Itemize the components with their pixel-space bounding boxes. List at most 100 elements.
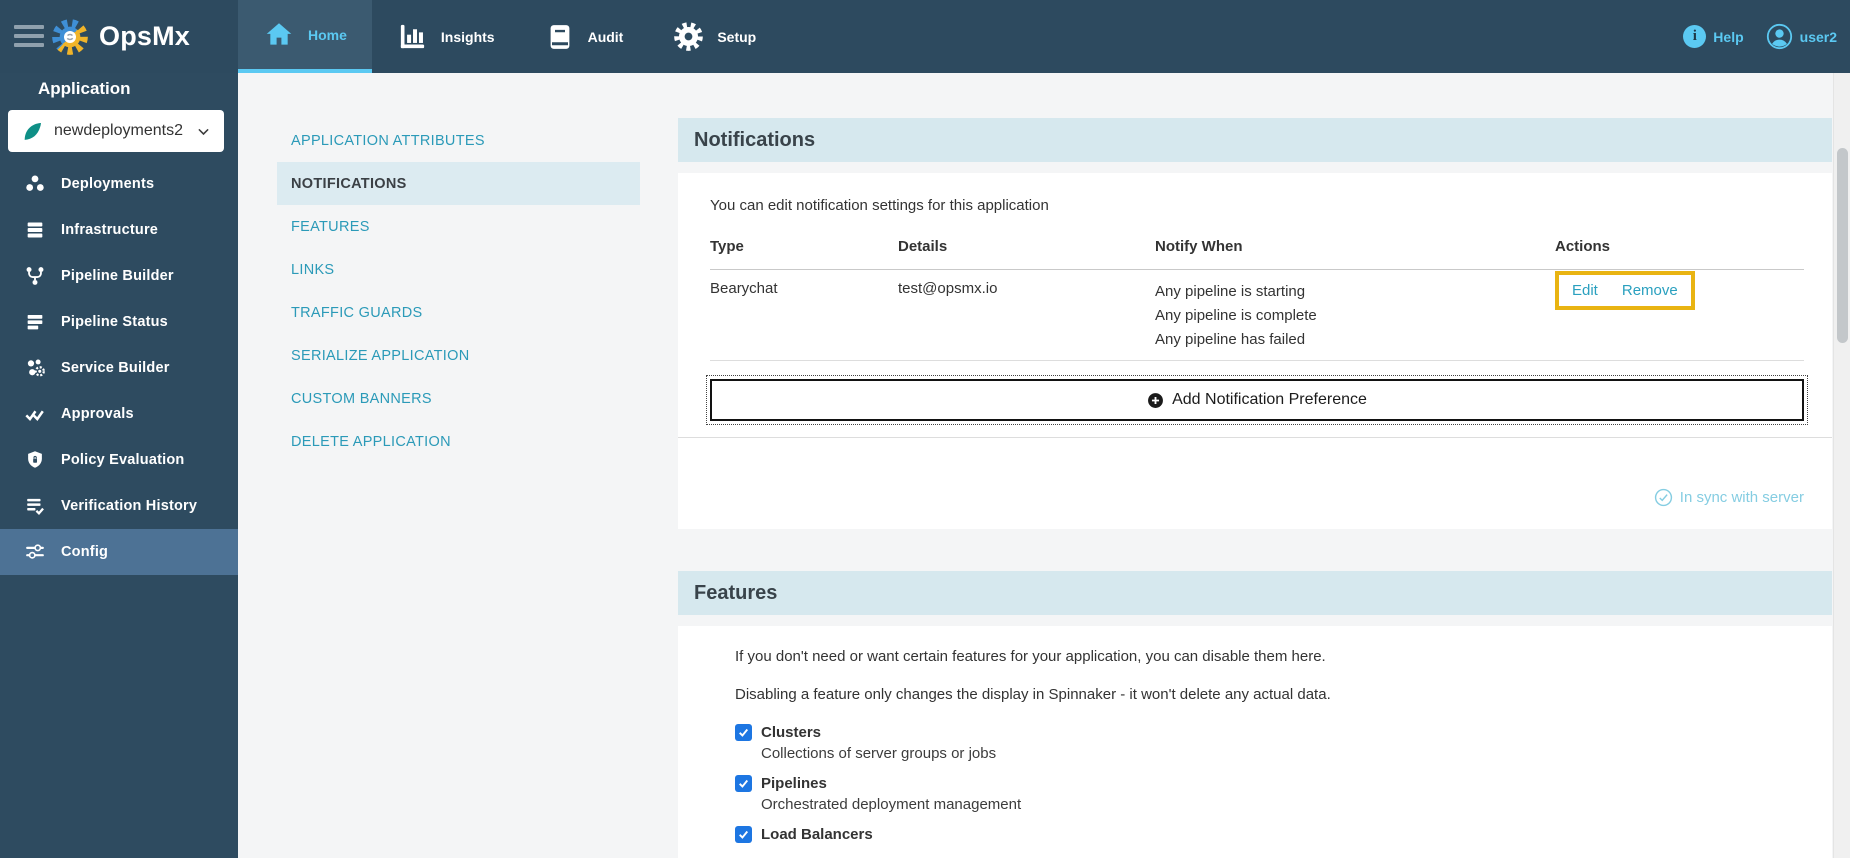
sidebar-item-pipeline-status[interactable]: Pipeline Status [0, 299, 238, 345]
brand-name: OpsMx [99, 21, 191, 51]
config-nav-label: FEATURES [291, 218, 370, 235]
sidebar-item-pipeline-builder[interactable]: Pipeline Builder [0, 253, 238, 299]
sidebar-item-label: Pipeline Builder [61, 268, 174, 284]
application-selector-value: newdeployments2 [54, 122, 183, 139]
tab-home[interactable]: Home [238, 0, 372, 73]
config-nav-label: TRAFFIC GUARDS [291, 304, 423, 321]
config-nav-custom-banners[interactable]: CUSTOM BANNERS [277, 377, 640, 420]
home-icon [266, 22, 292, 45]
config-nav-delete-application[interactable]: DELETE APPLICATION [277, 420, 640, 463]
sidebar-item-label: Verification History [61, 498, 198, 514]
feature-load-balancers: Load Balancers [735, 826, 1804, 843]
add-notification-preference-label: Add Notification Preference [1172, 391, 1367, 408]
load-balancers-checkbox[interactable] [735, 826, 752, 843]
config-nav-label: LINKS [291, 261, 335, 278]
notifications-intro: You can edit notification settings for t… [710, 197, 1049, 214]
sidebar-item-label: Approvals [61, 406, 134, 422]
opsmx-logo-icon [52, 18, 88, 55]
features-intro-line2: Disabling a feature only changes the dis… [735, 686, 1331, 703]
info-icon: i [1683, 25, 1707, 48]
remove-notification-link[interactable]: Remove [1622, 282, 1678, 299]
notification-type-cell: Bearychat [710, 280, 778, 297]
sidebar-item-approvals[interactable]: Approvals [0, 391, 238, 437]
topnav-right: i Help user2 [1683, 0, 1837, 73]
sidebar-item-verification-history[interactable]: Verification History [0, 483, 238, 529]
username-label: user2 [1799, 28, 1837, 45]
tab-insights-label: Insights [440, 28, 495, 45]
pipelines-checkbox[interactable] [735, 775, 752, 792]
check-circle-icon [1654, 488, 1672, 507]
sidebar-section-title: Application [38, 79, 131, 98]
config-nav-label: APPLICATION ATTRIBUTES [291, 132, 485, 149]
notify-when-line: Any pipeline has failed [1155, 331, 1306, 348]
sidebar-item-label: Service Builder [61, 360, 170, 376]
tab-audit-label: Audit [587, 28, 624, 45]
sidebar-item-policy-evaluation[interactable]: Policy Evaluation [0, 437, 238, 483]
user-menu[interactable]: user2 [1766, 23, 1837, 50]
annotation-highlight-box: Edit Remove [1555, 271, 1695, 310]
insights-icon [400, 24, 425, 49]
audit-icon [550, 24, 569, 49]
features-section-title: Features [694, 581, 778, 604]
config-nav-traffic-guards[interactable]: TRAFFIC GUARDS [277, 291, 640, 334]
scrollbar-thumb[interactable] [1837, 148, 1848, 343]
sidebar-item-label: Config [61, 544, 109, 560]
config-nav-notifications[interactable]: NOTIFICATIONS [277, 162, 640, 205]
config-section-nav: APPLICATION ATTRIBUTES NOTIFICATIONS FEA… [277, 119, 640, 463]
notify-when-line: Any pipeline is starting [1155, 283, 1306, 300]
tab-insights[interactable]: Insights [372, 0, 520, 73]
sidebar-item-config[interactable]: Config [0, 529, 238, 575]
tab-home-label: Home [308, 26, 347, 43]
notify-when-line: Any pipeline is complete [1155, 307, 1317, 324]
vertical-scrollbar [1833, 73, 1850, 858]
features-section-header: Features [678, 571, 1832, 615]
config-nav-features[interactable]: FEATURES [277, 205, 640, 248]
notifications-section-title: Notifications [694, 128, 816, 151]
plus-circle-icon [1148, 392, 1164, 408]
sidebar-menu: Deployments Infrastructure Pipeline Buil… [0, 161, 238, 575]
config-nav-serialize-application[interactable]: SERIALIZE APPLICATION [277, 334, 640, 377]
notifications-table: Type Details Notify When Actions Bearych… [710, 230, 1804, 361]
clusters-checkbox[interactable] [735, 724, 752, 741]
feature-label: Pipelines [761, 775, 827, 792]
top-tabs: Home Insights Audit Setup [238, 0, 781, 73]
feature-label: Clusters [761, 724, 822, 741]
sidebar: Application newdeployments2 Deployments … [0, 73, 238, 858]
feature-clusters: Clusters Collections of server groups or… [735, 724, 1804, 762]
check-icon [739, 830, 749, 839]
add-notification-preference-button[interactable]: Add Notification Preference [706, 375, 1808, 425]
sync-status: In sync with server [710, 438, 1804, 529]
sidebar-item-label: Pipeline Status [61, 314, 168, 330]
tab-setup-label: Setup [717, 28, 757, 45]
config-panels: Notifications You can edit notification … [678, 118, 1832, 858]
application-selector-dropdown[interactable]: newdeployments2 [8, 110, 224, 152]
notifications-table-header: Type Details Notify When Actions [710, 230, 1804, 270]
sidebar-item-label: Deployments [61, 176, 155, 192]
sidebar-item-deployments[interactable]: Deployments [0, 161, 238, 207]
approvals-double-check-icon [25, 410, 44, 421]
config-nav-links[interactable]: LINKS [277, 248, 640, 291]
sidebar-item-service-builder[interactable]: Service Builder [0, 345, 238, 391]
edit-notification-link[interactable]: Edit [1572, 282, 1598, 299]
config-nav-application-attributes[interactable]: APPLICATION ATTRIBUTES [277, 119, 640, 162]
user-avatar-icon [1766, 23, 1792, 50]
hamburger-menu-icon[interactable] [14, 25, 44, 52]
chevron-down-icon [198, 128, 209, 135]
brand: OpsMx [50, 0, 190, 73]
top-navigation-bar: OpsMx Home Insights Audit Setup i Help u… [0, 0, 1850, 73]
application-leaf-icon [24, 122, 42, 140]
check-icon [739, 728, 749, 737]
tab-setup[interactable]: Setup [648, 0, 781, 73]
config-nav-label: NOTIFICATIONS [291, 175, 407, 192]
tab-audit[interactable]: Audit [520, 0, 649, 73]
main-content: APPLICATION ATTRIBUTES NOTIFICATIONS FEA… [238, 73, 1833, 858]
features-card: If you don't need or want certain featur… [678, 626, 1832, 858]
sidebar-item-infrastructure[interactable]: Infrastructure [0, 207, 238, 253]
notification-table-row: Bearychat test@opsmx.io Any pipeline is … [710, 270, 1804, 361]
config-nav-label: CUSTOM BANNERS [291, 390, 432, 407]
config-nav-label: SERIALIZE APPLICATION [291, 347, 470, 364]
notification-actions-cell: Edit Remove [1555, 271, 1804, 352]
pipeline-builder-icon [26, 267, 44, 285]
feature-description: Collections of server groups or jobs [761, 745, 997, 762]
help-button[interactable]: i Help [1683, 25, 1744, 48]
